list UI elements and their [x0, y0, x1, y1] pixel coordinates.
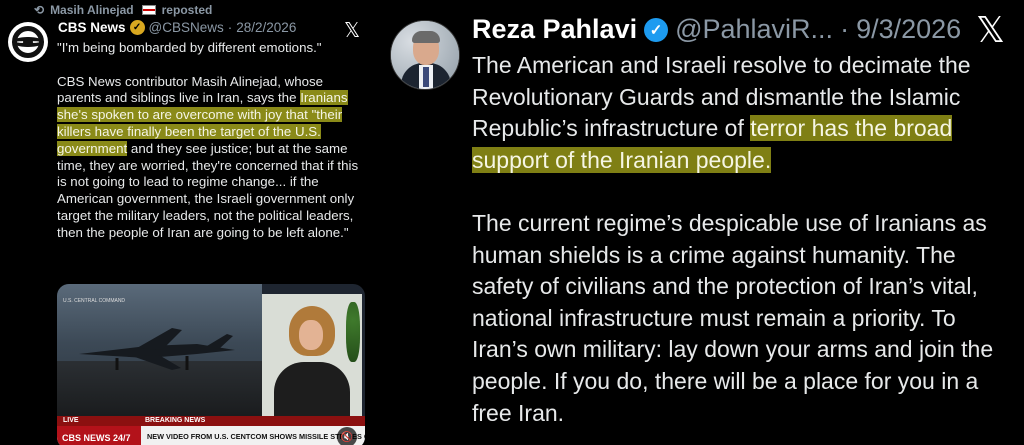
cbs-logo-icon: [12, 26, 44, 58]
repost-icon: ⟲: [34, 3, 45, 17]
tweet-paragraph: CBS News contributor Masih Alinejad, who…: [57, 74, 367, 242]
live-tag: LIVE: [63, 417, 79, 424]
avatar-tie: [423, 67, 429, 87]
tweet-paragraph: The current regime’s despicable use of I…: [472, 209, 994, 426]
author-name[interactable]: CBS News: [58, 20, 126, 35]
left-tweet-card[interactable]: ⟲ Masih Alinejad reposted CBS News ✓ @CB…: [0, 0, 370, 445]
author-handle[interactable]: @CBSNews: [149, 20, 224, 35]
x-logo-icon[interactable]: 𝕏: [344, 18, 360, 42]
anchor-body: [274, 362, 350, 418]
fighter-jet-icon: [79, 328, 235, 370]
tweet-date[interactable]: 28/2/2026: [236, 20, 296, 35]
breaking-news-tag: BREAKING NEWS: [145, 417, 206, 424]
video-frame-jet: U.S. CENTRAL COMMAND: [57, 284, 262, 416]
tweet-body: The American and Israeli resolve to deci…: [472, 50, 1017, 445]
author-name[interactable]: Reza Pahlavi: [472, 14, 637, 45]
flag-icon: [141, 5, 156, 15]
channel-brand: CBS NEWS 24/7: [57, 426, 141, 445]
avatar[interactable]: [390, 20, 460, 90]
avatar-hair: [412, 31, 440, 43]
video-player[interactable]: U.S. CENTRAL COMMAND LIVE BREAKING NEWS …: [57, 284, 365, 445]
video-source-label: U.S. CENTRAL COMMAND: [63, 298, 126, 304]
repost-user[interactable]: Masih Alinejad: [50, 3, 134, 17]
news-ticker: CBS NEWS 24/7 NEW VIDEO FROM U.S. CENTCO…: [57, 426, 365, 445]
video-frame-anchor: [262, 294, 362, 418]
repost-indicator: ⟲ Masih Alinejad reposted: [34, 3, 212, 17]
anchor-face: [299, 320, 323, 350]
mute-icon[interactable]: 🔇: [337, 427, 357, 445]
tweet-quote: "I'm being bombarded by different emotio…: [57, 40, 322, 55]
tweet-header: CBS News ✓ @CBSNews · 28/2/2026: [58, 20, 296, 35]
tweet-header: Reza Pahlavi ✓ @PahlaviR... · 9/3/2026: [472, 14, 961, 45]
right-tweet-card[interactable]: Reza Pahlavi ✓ @PahlaviR... · 9/3/2026 𝕏…: [374, 0, 1024, 445]
avatar[interactable]: [8, 22, 48, 62]
tweet-paragraph: The American and Israeli resolve to deci…: [472, 50, 1017, 176]
separator-dot: ·: [840, 14, 850, 44]
plant: [346, 302, 360, 362]
separator-dot: ·: [227, 20, 233, 35]
body-text: CBS News contributor Masih Alinejad, who…: [57, 73, 324, 106]
repost-suffix: reposted: [161, 3, 213, 17]
tweet-date[interactable]: 9/3/2026: [856, 14, 961, 45]
x-logo-icon[interactable]: 𝕏: [976, 10, 1005, 51]
verified-badge-icon: ✓: [644, 17, 669, 42]
verified-badge-icon: ✓: [129, 20, 145, 35]
ticker-headline: NEW VIDEO FROM U.S. CENTCOM SHOWS MISSIL…: [147, 432, 365, 441]
tweet-body: "I'm being bombarded by different emotio…: [57, 40, 367, 258]
live-bar: LIVE BREAKING NEWS: [57, 416, 365, 426]
author-handle[interactable]: @PahlaviR...: [675, 14, 833, 45]
